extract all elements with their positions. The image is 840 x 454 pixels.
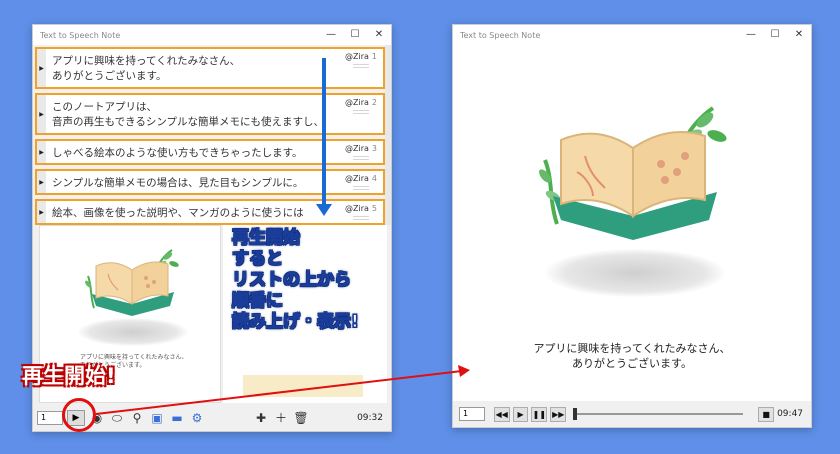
annotation-arrows xyxy=(95,58,470,415)
red-arrow xyxy=(95,370,463,415)
play-highlight-circle xyxy=(62,398,96,432)
start-label: 再生開始! xyxy=(22,364,116,388)
down-arrow-head xyxy=(316,204,332,216)
red-arrow-head xyxy=(458,365,470,377)
callout-text: 再生開始 すると リストの上から 順番に 読み上げ・表示! xyxy=(232,228,360,333)
